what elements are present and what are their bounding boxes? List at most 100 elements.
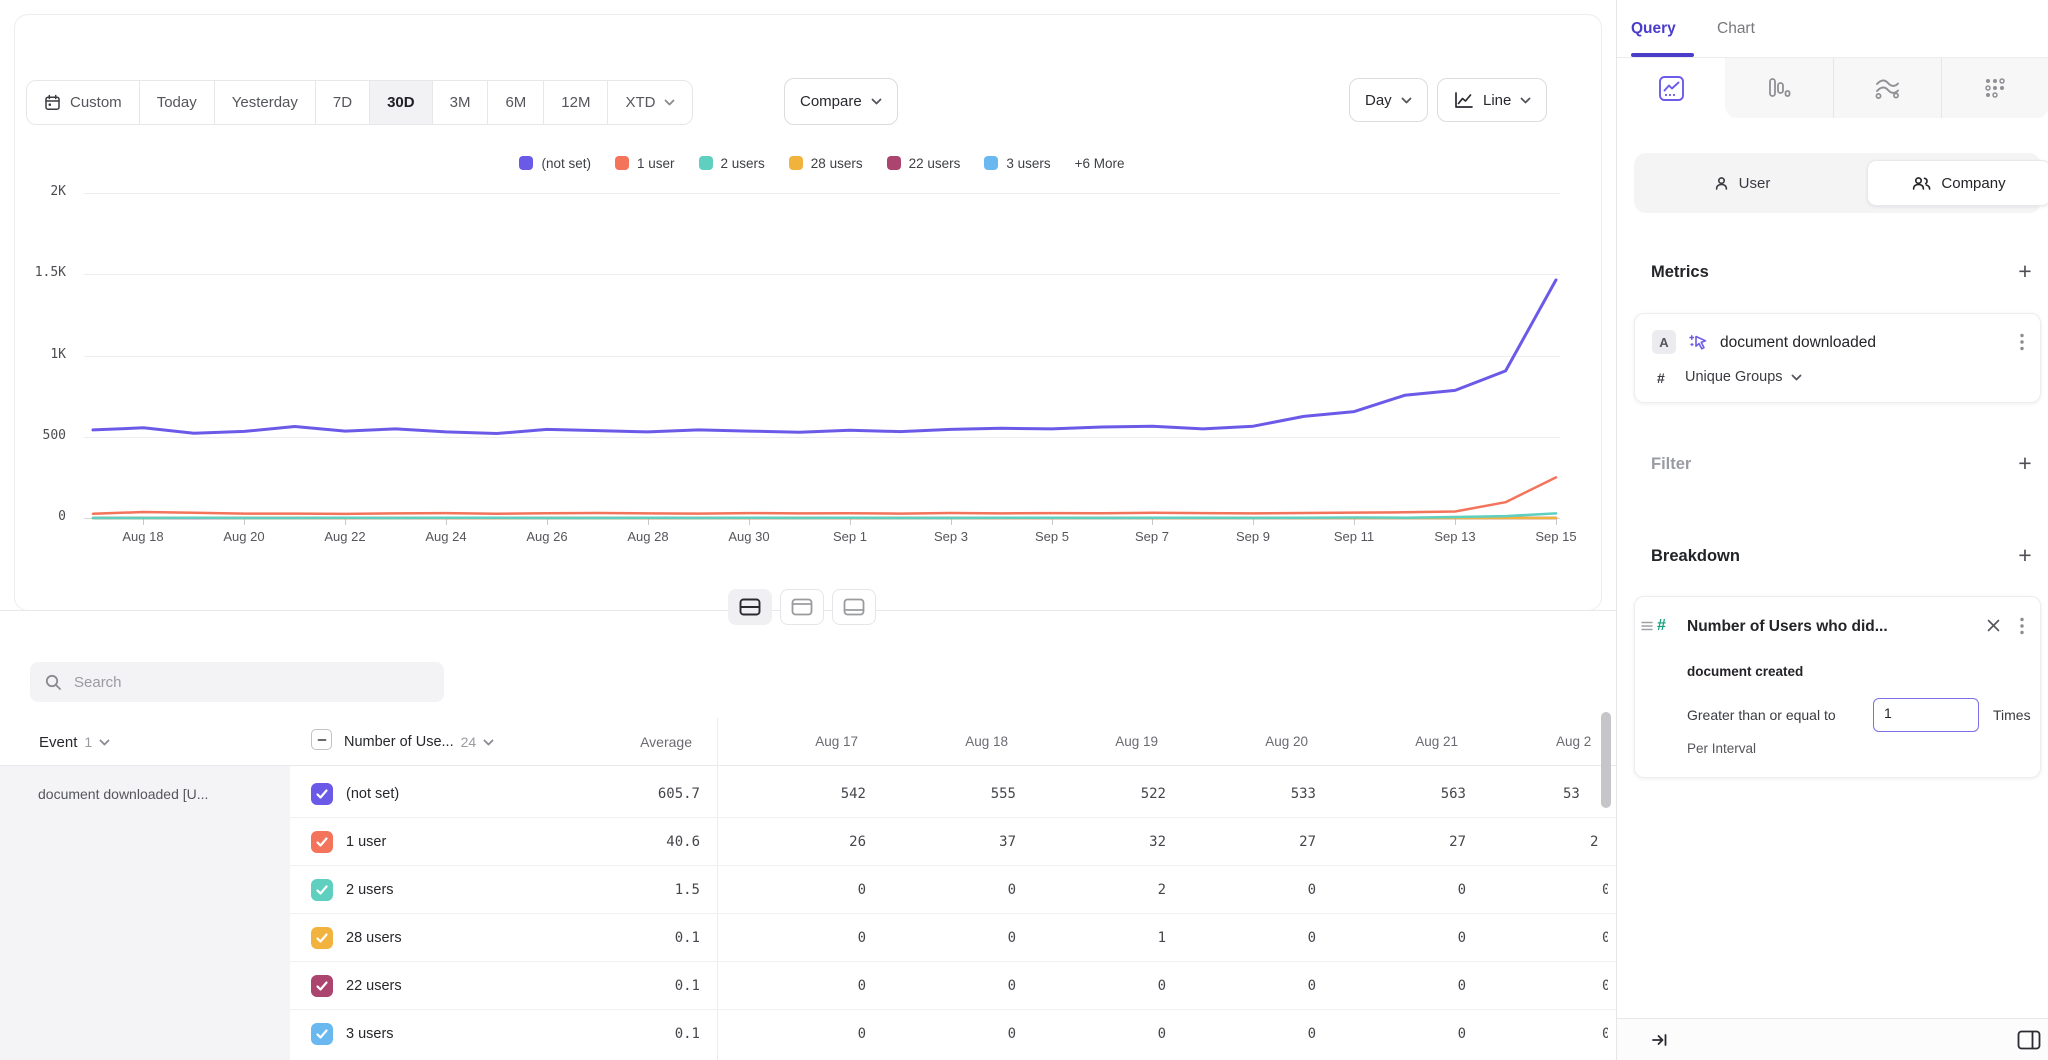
- split-view-button[interactable]: [728, 589, 772, 625]
- legend-item[interactable]: 28 users: [789, 156, 863, 171]
- chart-type-flow[interactable]: [1833, 58, 1941, 118]
- chart-type-selector: [1617, 58, 2048, 118]
- add-breakdown-button[interactable]: +: [2011, 542, 2039, 569]
- x-axis-label: Aug 18: [101, 529, 185, 544]
- chart-type-bar[interactable]: [1725, 58, 1833, 118]
- row-cell-value: 0: [1166, 866, 1316, 914]
- remove-breakdown-button[interactable]: [1983, 615, 2003, 635]
- x-axis-label: Sep 7: [1110, 529, 1194, 544]
- chart-type-line[interactable]: [1617, 58, 1725, 118]
- chart-type-dropdown[interactable]: Line: [1437, 78, 1547, 122]
- y-axis-label: 1K: [6, 347, 66, 362]
- collapse-panel-icon[interactable]: [1651, 1032, 1669, 1048]
- tab-chart[interactable]: Chart: [1717, 20, 1755, 38]
- company-users-icon: [1912, 176, 1931, 191]
- row-label: 1 user: [346, 818, 386, 866]
- chart-type-scatter[interactable]: [1941, 58, 2048, 118]
- row-checkbox[interactable]: [311, 879, 333, 901]
- chart-legend: (not set) 1 user 2 users 28 users 22 users 3 …: [84, 150, 1560, 176]
- kebab-icon: [2020, 333, 2024, 351]
- event-column-header[interactable]: Event 1: [39, 718, 110, 766]
- legend-item[interactable]: 2 users: [699, 156, 765, 171]
- legend-more-link[interactable]: +6 More: [1075, 156, 1125, 171]
- legend-item[interactable]: 3 users: [984, 156, 1050, 171]
- range-button-today[interactable]: Today: [140, 81, 215, 124]
- main-area: CustomTodayYesterday7D30D3M6M12MXTD Comp…: [0, 0, 1616, 1060]
- range-button-custom[interactable]: Custom: [27, 81, 140, 124]
- metric-event-name[interactable]: document downloaded: [1720, 334, 1876, 352]
- y-axis-label: 0: [6, 509, 66, 524]
- drag-handle-icon[interactable]: [1641, 621, 1653, 631]
- table-vertical-scrollbar[interactable]: [1601, 712, 1611, 808]
- range-button-yesterday[interactable]: Yesterday: [215, 81, 316, 124]
- breakdown-card[interactable]: # Number of Users who did... document cr…: [1634, 596, 2041, 778]
- table-only-view-button[interactable]: [832, 589, 876, 625]
- add-filter-button[interactable]: +: [2011, 450, 2039, 477]
- legend-swatch: [789, 156, 803, 170]
- legend-label: 28 users: [811, 156, 863, 171]
- select-all-checkbox[interactable]: [311, 729, 332, 750]
- breakdown-kebab-menu[interactable]: [2014, 616, 2030, 636]
- range-button-3m[interactable]: 3M: [433, 81, 489, 124]
- compare-button[interactable]: Compare: [784, 78, 898, 125]
- series-line-1-user: [93, 477, 1556, 514]
- chart-only-view-icon: [791, 598, 813, 616]
- search-input[interactable]: [74, 674, 414, 691]
- event-list-item[interactable]: document downloaded [U...: [38, 770, 274, 818]
- row-cell-value: 27: [1166, 818, 1316, 866]
- x-axis-label: Sep 9: [1211, 529, 1295, 544]
- range-button-30d[interactable]: 30D: [370, 81, 433, 124]
- interval-dropdown[interactable]: Day: [1349, 78, 1428, 122]
- row-checkbox[interactable]: [311, 783, 333, 805]
- row-clipped-value: 0: [1602, 866, 1608, 914]
- search-input-container[interactable]: [30, 662, 444, 702]
- metric-card[interactable]: A document downloaded # Unique Groups: [1634, 313, 2041, 403]
- measure-type-symbol: #: [1657, 370, 1665, 386]
- breakdown-count: 24: [461, 734, 477, 750]
- interval-label: Day: [1365, 92, 1392, 109]
- metrics-section-header: Metrics: [1651, 263, 1709, 282]
- breakdown-condition-label: Greater than or equal to: [1687, 707, 1836, 723]
- chart-only-view-button[interactable]: [780, 589, 824, 625]
- breakdown-section-header: Breakdown: [1651, 547, 1740, 566]
- chevron-down-icon: [1401, 97, 1412, 104]
- scatter-grid-icon: [1984, 77, 2006, 99]
- scope-user-segment[interactable]: User: [1634, 153, 1850, 213]
- date-column-header: Aug 18: [866, 718, 1016, 766]
- row-checkbox[interactable]: [311, 831, 333, 853]
- legend-item[interactable]: (not set): [519, 156, 591, 171]
- row-checkbox[interactable]: [311, 1023, 333, 1045]
- line-chart-icon: [1453, 90, 1474, 110]
- indeterminate-minus-icon: [316, 734, 328, 746]
- breakdown-value-input[interactable]: [1884, 705, 1964, 721]
- breakdown-column-header[interactable]: Number of Use... 24: [344, 718, 494, 766]
- row-checkbox[interactable]: [311, 927, 333, 949]
- date-column-header: Aug 19: [1016, 718, 1166, 766]
- row-cell-value: 533: [1166, 770, 1316, 818]
- legend-item[interactable]: 1 user: [615, 156, 675, 171]
- chevron-down-icon: [483, 739, 494, 746]
- chevron-down-icon: [1520, 97, 1531, 104]
- range-button-xtd[interactable]: XTD: [608, 81, 692, 124]
- measure-dropdown[interactable]: Unique Groups: [1685, 369, 1802, 385]
- tab-query[interactable]: Query: [1631, 20, 1676, 38]
- legend-items: (not set) 1 user 2 users 28 users 22 users 3 …: [519, 156, 1050, 171]
- row-clipped-value: 2: [1590, 818, 1608, 866]
- add-metric-button[interactable]: +: [2011, 258, 2039, 285]
- row-cell-value: 0: [1316, 914, 1466, 962]
- row-average-value: 0.1: [540, 914, 700, 962]
- toggle-sidebar-icon[interactable]: [2017, 1030, 2041, 1050]
- metric-kebab-menu[interactable]: [2014, 332, 2030, 352]
- scope-company-segment[interactable]: Company: [1867, 160, 2048, 206]
- legend-swatch: [887, 156, 901, 170]
- chart-type-label: Line: [1483, 92, 1511, 109]
- row-checkbox[interactable]: [311, 975, 333, 997]
- legend-label: 22 users: [909, 156, 961, 171]
- range-button-6m[interactable]: 6M: [488, 81, 544, 124]
- row-cell-value: 0: [716, 866, 866, 914]
- range-button-12m[interactable]: 12M: [544, 81, 608, 124]
- legend-item[interactable]: 22 users: [887, 156, 961, 171]
- range-button-7d[interactable]: 7D: [316, 81, 370, 124]
- x-axis-label: Aug 22: [303, 529, 387, 544]
- legend-label: 1 user: [637, 156, 675, 171]
